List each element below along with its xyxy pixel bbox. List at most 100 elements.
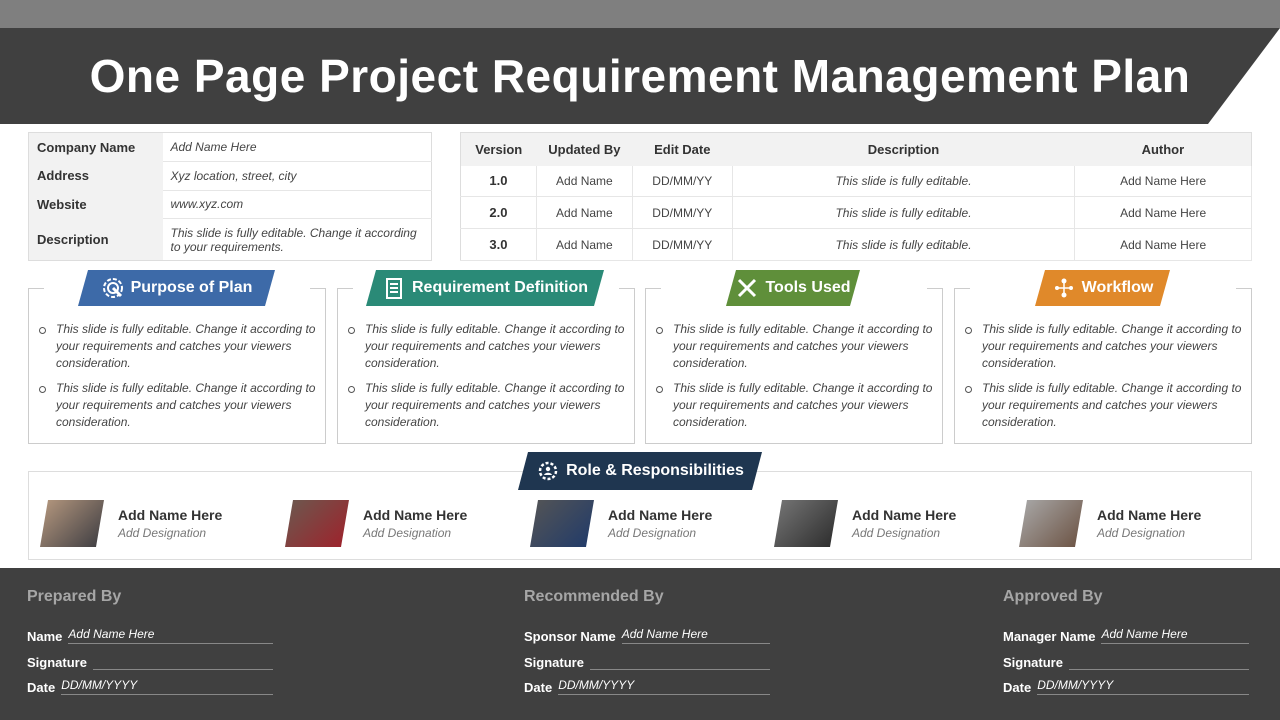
person-card: Add Name Here Add Designation bbox=[40, 500, 260, 548]
person-card: Add Name Here Add Designation bbox=[1019, 500, 1239, 548]
field-value[interactable]: Add Name Here bbox=[68, 627, 273, 644]
section-banner: Tools Used bbox=[726, 270, 860, 306]
section-card: This slide is fully editable. Change it … bbox=[28, 288, 326, 444]
bullet-item: This slide is fully editable. Change it … bbox=[37, 380, 319, 431]
field-label: Signature bbox=[1003, 655, 1063, 670]
tools-icon bbox=[735, 276, 759, 300]
roles-banner: Role & Responsibilities bbox=[518, 452, 762, 490]
table-cell[interactable]: Add Name bbox=[536, 165, 633, 197]
footer-heading: Approved By bbox=[1003, 588, 1103, 605]
label: Address bbox=[28, 161, 163, 191]
field-value[interactable]: Add Name Here bbox=[1101, 627, 1249, 644]
field-value[interactable]: DD/MM/YYYY bbox=[558, 678, 770, 695]
table-cell[interactable]: DD/MM/YY bbox=[632, 196, 733, 229]
table-row: Company Name Add Name Here bbox=[28, 132, 432, 163]
table-row: Description This slide is fully editable.… bbox=[28, 218, 432, 261]
roles-title: Role & Responsibilities bbox=[566, 462, 744, 479]
table-cell[interactable]: This slide is fully editable. bbox=[732, 228, 1076, 261]
section-banner: Workflow bbox=[1035, 270, 1170, 306]
avatar bbox=[774, 500, 838, 547]
table-cell[interactable]: Add Name bbox=[536, 228, 633, 261]
footer-field: Date DD/MM/YYYY bbox=[524, 675, 770, 695]
person-card: Add Name Here Add Designation bbox=[774, 500, 994, 548]
table-cell[interactable]: This slide is fully editable. bbox=[732, 196, 1076, 229]
table-cell[interactable]: Add Name bbox=[536, 196, 633, 229]
person-designation[interactable]: Add Designation bbox=[363, 526, 451, 540]
field-value[interactable] bbox=[92, 654, 273, 670]
field-value[interactable] bbox=[1068, 654, 1249, 670]
field-value[interactable] bbox=[589, 654, 770, 670]
person-name[interactable]: Add Name Here bbox=[363, 507, 467, 523]
table-row: Address Xyz location, street, city bbox=[28, 161, 432, 191]
field-label: Date bbox=[27, 680, 56, 695]
bullet-item: This slide is fully editable. Change it … bbox=[963, 380, 1245, 431]
company-name-value[interactable]: Add Name Here bbox=[162, 132, 432, 163]
bullet-item: This slide is fully editable. Change it … bbox=[37, 321, 319, 372]
team-gear-icon bbox=[536, 459, 560, 483]
column-header: Edit Date bbox=[632, 132, 733, 166]
footer-field: Date DD/MM/YYYY bbox=[27, 675, 273, 695]
table-row: Website www.xyz.com bbox=[28, 190, 432, 220]
footer-field: Name Add Name Here bbox=[27, 624, 273, 644]
top-strip bbox=[0, 0, 1280, 28]
section-title: Purpose of Plan bbox=[130, 279, 253, 296]
table-cell[interactable]: 1.0 bbox=[460, 165, 537, 197]
table-cell[interactable]: Add Name Here bbox=[1074, 165, 1252, 197]
table-cell[interactable]: DD/MM/YY bbox=[632, 228, 733, 261]
person-designation[interactable]: Add Designation bbox=[118, 526, 206, 540]
table-cell[interactable]: Add Name Here bbox=[1074, 196, 1252, 229]
table-cell[interactable]: 2.0 bbox=[460, 196, 537, 229]
field-label: Signature bbox=[27, 655, 87, 670]
field-value[interactable]: Add Name Here bbox=[621, 627, 770, 644]
label: Website bbox=[28, 190, 163, 219]
bullet-item: This slide is fully editable. Change it … bbox=[346, 321, 628, 372]
description-value[interactable]: This slide is fully editable. Change it … bbox=[163, 219, 432, 261]
avatar bbox=[285, 500, 349, 547]
table-row: 2.0 Add Name DD/MM/YY This slide is fully e… bbox=[460, 196, 1252, 229]
table-cell[interactable]: 3.0 bbox=[460, 228, 537, 261]
footer-field: Sponsor Name Add Name Here bbox=[524, 624, 770, 644]
footer-field: Signature bbox=[27, 650, 273, 670]
person-name[interactable]: Add Name Here bbox=[608, 507, 712, 523]
field-label: Manager Name bbox=[1003, 629, 1096, 644]
person-designation[interactable]: Add Designation bbox=[852, 526, 940, 540]
field-label: Sponsor Name bbox=[524, 629, 616, 644]
footer-heading: Recommended By bbox=[524, 588, 664, 605]
section-banner: Purpose of Plan bbox=[78, 270, 275, 306]
field-label: Date bbox=[524, 680, 553, 695]
address-value[interactable]: Xyz location, street, city bbox=[162, 161, 432, 191]
field-value[interactable]: DD/MM/YYYY bbox=[1037, 678, 1249, 695]
table-cell[interactable]: This slide is fully editable. bbox=[732, 165, 1076, 197]
bullet-item: This slide is fully editable. Change it … bbox=[963, 321, 1245, 372]
person-card: Add Name Here Add Designation bbox=[530, 500, 750, 548]
table-row: 3.0 Add Name DD/MM/YY This slide is fully e… bbox=[460, 228, 1252, 261]
person-name[interactable]: Add Name Here bbox=[852, 507, 956, 523]
label: Company Name bbox=[28, 132, 163, 162]
field-value[interactable]: DD/MM/YYYY bbox=[61, 678, 273, 695]
avatar bbox=[530, 500, 594, 547]
target-icon bbox=[101, 276, 125, 300]
person-name[interactable]: Add Name Here bbox=[1097, 507, 1201, 523]
bullet-item: This slide is fully editable. Change it … bbox=[654, 321, 936, 372]
column-header: Author bbox=[1074, 132, 1252, 166]
footer-field: Signature bbox=[1003, 650, 1249, 670]
avatar bbox=[40, 500, 104, 547]
footer-field: Manager Name Add Name Here bbox=[1003, 624, 1249, 644]
section-title: Requirement Definition bbox=[411, 279, 588, 296]
version-table: Version Updated By Edit Date Description Aut… bbox=[460, 132, 1252, 261]
bullet-item: This slide is fully editable. Change it … bbox=[346, 380, 628, 431]
person-designation[interactable]: Add Designation bbox=[1097, 526, 1185, 540]
footer-heading: Prepared By bbox=[27, 588, 122, 605]
person-name[interactable]: Add Name Here bbox=[118, 507, 222, 523]
avatar bbox=[1019, 500, 1083, 547]
person-designation[interactable]: Add Designation bbox=[608, 526, 696, 540]
table-row: 1.0 Add Name DD/MM/YY This slide is fully e… bbox=[460, 165, 1252, 197]
footer-field: Signature bbox=[524, 650, 770, 670]
section-title: Tools Used bbox=[765, 279, 851, 296]
company-info-table: Company Name Add Name Here Address Xyz loc… bbox=[28, 132, 432, 261]
workflow-icon bbox=[1052, 276, 1076, 300]
table-cell[interactable]: DD/MM/YY bbox=[632, 165, 733, 197]
checklist-icon bbox=[382, 276, 406, 300]
website-value[interactable]: www.xyz.com bbox=[162, 190, 432, 220]
table-cell[interactable]: Add Name Here bbox=[1074, 228, 1252, 261]
